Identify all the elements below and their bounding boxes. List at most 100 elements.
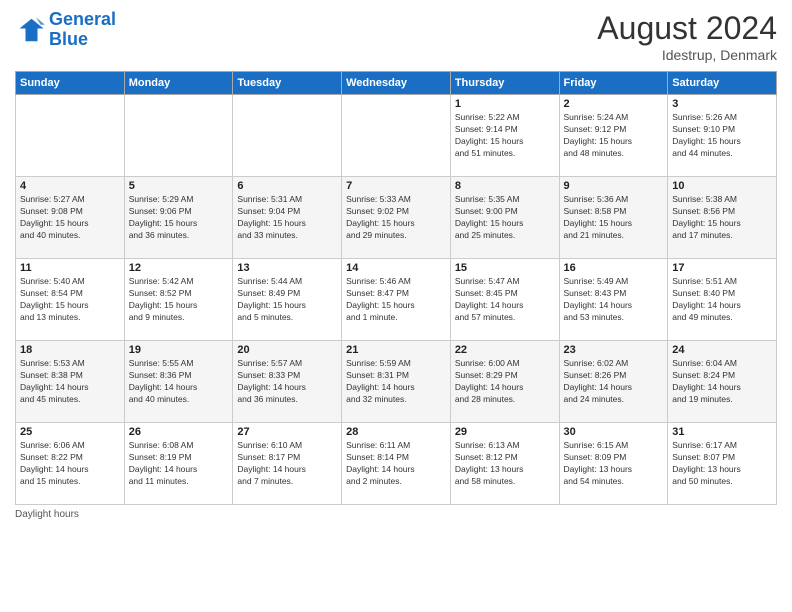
calendar-cell: 12 Sunrise: 5:42 AM Sunset: 8:52 PM Dayli… — [124, 259, 233, 341]
calendar-cell: 19 Sunrise: 5:55 AM Sunset: 8:36 PM Dayli… — [124, 341, 233, 423]
week-row-3: 18Sunrise: 5:53 AM Sunset: 8:38 PM Dayli… — [16, 341, 777, 423]
day-number: 11 — [20, 262, 120, 274]
calendar-cell: 31 Sunrise: 6:17 AM Sunset: 8:07 PM Dayli… — [668, 423, 777, 505]
calendar-cell — [16, 95, 125, 177]
day-info: Sunrise: 6:08 AM Sunset: 8:19 PM Dayligh… — [129, 440, 229, 488]
day-number: 17 — [672, 262, 772, 274]
weekday-header-thursday: Thursday — [450, 72, 559, 95]
calendar-cell: 28Sunrise: 6:11 AM Sunset: 8:14 PM Dayli… — [342, 423, 451, 505]
calendar-cell: 18Sunrise: 5:53 AM Sunset: 8:38 PM Dayli… — [16, 341, 125, 423]
logo-text: General Blue — [49, 10, 116, 50]
calendar-cell: 20 Sunrise: 5:57 AM Sunset: 8:33 PM Dayli… — [233, 341, 342, 423]
day-info: Sunrise: 5:44 AM Sunset: 8:49 PM Dayligh… — [237, 276, 337, 324]
day-number: 21 — [346, 344, 446, 356]
day-number: 3 — [672, 98, 772, 110]
day-number: 31 — [672, 426, 772, 438]
calendar-cell: 15Sunrise: 5:47 AM Sunset: 8:45 PM Dayli… — [450, 259, 559, 341]
day-info: Sunrise: 5:24 AM Sunset: 9:12 PM Dayligh… — [564, 112, 664, 160]
weekday-header-tuesday: Tuesday — [233, 72, 342, 95]
calendar-cell: 5Sunrise: 5:29 AM Sunset: 9:06 PM Daylig… — [124, 177, 233, 259]
calendar-cell: 11Sunrise: 5:40 AM Sunset: 8:54 PM Dayli… — [16, 259, 125, 341]
day-number: 13 — [237, 262, 337, 274]
calendar-cell: 4 Sunrise: 5:27 AM Sunset: 9:08 PM Daylig… — [16, 177, 125, 259]
day-info: Sunrise: 5:49 AM Sunset: 8:43 PM Dayligh… — [564, 276, 664, 324]
calendar-cell: 3 Sunrise: 5:26 AM Sunset: 9:10 PM Daylig… — [668, 95, 777, 177]
day-number: 14 — [346, 262, 446, 274]
day-number: 9 — [564, 180, 664, 192]
day-number: 26 — [129, 426, 229, 438]
day-info: Sunrise: 5:42 AM Sunset: 8:52 PM Dayligh… — [129, 276, 229, 324]
location: Idestrup, Denmark — [597, 47, 777, 63]
calendar-cell: 16Sunrise: 5:49 AM Sunset: 8:43 PM Dayli… — [559, 259, 668, 341]
page: General Blue August 2024 Idestrup, Denma… — [0, 0, 792, 612]
day-number: 22 — [455, 344, 555, 356]
day-info: Sunrise: 6:13 AM Sunset: 8:12 PM Dayligh… — [455, 440, 555, 488]
day-info: Sunrise: 5:47 AM Sunset: 8:45 PM Dayligh… — [455, 276, 555, 324]
day-info: Sunrise: 5:55 AM Sunset: 8:36 PM Dayligh… — [129, 358, 229, 406]
day-number: 20 — [237, 344, 337, 356]
day-number: 25 — [20, 426, 120, 438]
calendar-cell: 30 Sunrise: 6:15 AM Sunset: 8:09 PM Dayli… — [559, 423, 668, 505]
day-info: Sunrise: 5:26 AM Sunset: 9:10 PM Dayligh… — [672, 112, 772, 160]
day-number: 23 — [564, 344, 664, 356]
calendar-cell: 9 Sunrise: 5:36 AM Sunset: 8:58 PM Daylig… — [559, 177, 668, 259]
day-info: Sunrise: 5:27 AM Sunset: 9:08 PM Dayligh… — [20, 194, 120, 242]
weekday-header-row: SundayMondayTuesdayWednesdayThursdayFrid… — [16, 72, 777, 95]
calendar-cell: 25 Sunrise: 6:06 AM Sunset: 8:22 PM Dayli… — [16, 423, 125, 505]
logo-icon — [15, 15, 45, 45]
calendar-cell: 13 Sunrise: 5:44 AM Sunset: 8:49 PM Dayli… — [233, 259, 342, 341]
calendar-cell: 6Sunrise: 5:31 AM Sunset: 9:04 PM Daylig… — [233, 177, 342, 259]
day-number: 8 — [455, 180, 555, 192]
footer: Daylight hours — [15, 509, 777, 520]
day-info: Sunrise: 5:51 AM Sunset: 8:40 PM Dayligh… — [672, 276, 772, 324]
day-info: Sunrise: 6:17 AM Sunset: 8:07 PM Dayligh… — [672, 440, 772, 488]
weekday-header-friday: Friday — [559, 72, 668, 95]
calendar-cell: 2Sunrise: 5:24 AM Sunset: 9:12 PM Daylig… — [559, 95, 668, 177]
day-number: 27 — [237, 426, 337, 438]
day-number: 18 — [20, 344, 120, 356]
calendar-cell: 7 Sunrise: 5:33 AM Sunset: 9:02 PM Daylig… — [342, 177, 451, 259]
day-info: Sunrise: 5:36 AM Sunset: 8:58 PM Dayligh… — [564, 194, 664, 242]
week-row-0: 1 Sunrise: 5:22 AM Sunset: 9:14 PM Daylig… — [16, 95, 777, 177]
day-number: 7 — [346, 180, 446, 192]
day-info: Sunrise: 6:02 AM Sunset: 8:26 PM Dayligh… — [564, 358, 664, 406]
day-info: Sunrise: 6:15 AM Sunset: 8:09 PM Dayligh… — [564, 440, 664, 488]
weekday-header-sunday: Sunday — [16, 72, 125, 95]
weekday-header-wednesday: Wednesday — [342, 72, 451, 95]
calendar-cell: 14Sunrise: 5:46 AM Sunset: 8:47 PM Dayli… — [342, 259, 451, 341]
calendar-cell: 27Sunrise: 6:10 AM Sunset: 8:17 PM Dayli… — [233, 423, 342, 505]
calendar-cell: 21Sunrise: 5:59 AM Sunset: 8:31 PM Dayli… — [342, 341, 451, 423]
weekday-header-saturday: Saturday — [668, 72, 777, 95]
day-number: 12 — [129, 262, 229, 274]
calendar-cell — [342, 95, 451, 177]
calendar-cell — [124, 95, 233, 177]
day-info: Sunrise: 5:57 AM Sunset: 8:33 PM Dayligh… — [237, 358, 337, 406]
day-number: 6 — [237, 180, 337, 192]
week-row-1: 4 Sunrise: 5:27 AM Sunset: 9:08 PM Daylig… — [16, 177, 777, 259]
day-number: 30 — [564, 426, 664, 438]
day-info: Sunrise: 6:06 AM Sunset: 8:22 PM Dayligh… — [20, 440, 120, 488]
day-number: 4 — [20, 180, 120, 192]
calendar-table: SundayMondayTuesdayWednesdayThursdayFrid… — [15, 71, 777, 505]
week-row-2: 11Sunrise: 5:40 AM Sunset: 8:54 PM Dayli… — [16, 259, 777, 341]
calendar-cell: 8Sunrise: 5:35 AM Sunset: 9:00 PM Daylig… — [450, 177, 559, 259]
day-info: Sunrise: 6:04 AM Sunset: 8:24 PM Dayligh… — [672, 358, 772, 406]
title-block: August 2024 Idestrup, Denmark — [597, 10, 777, 63]
week-row-4: 25 Sunrise: 6:06 AM Sunset: 8:22 PM Dayli… — [16, 423, 777, 505]
day-info: Sunrise: 5:22 AM Sunset: 9:14 PM Dayligh… — [455, 112, 555, 160]
day-info: Sunrise: 5:38 AM Sunset: 8:56 PM Dayligh… — [672, 194, 772, 242]
day-number: 5 — [129, 180, 229, 192]
calendar-cell: 26 Sunrise: 6:08 AM Sunset: 8:19 PM Dayli… — [124, 423, 233, 505]
month-year: August 2024 — [597, 10, 777, 47]
day-number: 28 — [346, 426, 446, 438]
calendar-cell: 24 Sunrise: 6:04 AM Sunset: 8:24 PM Dayli… — [668, 341, 777, 423]
calendar-cell — [233, 95, 342, 177]
day-number: 1 — [455, 98, 555, 110]
logo: General Blue — [15, 10, 116, 50]
calendar-cell: 17 Sunrise: 5:51 AM Sunset: 8:40 PM Dayli… — [668, 259, 777, 341]
day-info: Sunrise: 6:00 AM Sunset: 8:29 PM Dayligh… — [455, 358, 555, 406]
day-number: 24 — [672, 344, 772, 356]
day-number: 19 — [129, 344, 229, 356]
calendar-cell: 10Sunrise: 5:38 AM Sunset: 8:56 PM Dayli… — [668, 177, 777, 259]
day-info: Sunrise: 5:33 AM Sunset: 9:02 PM Dayligh… — [346, 194, 446, 242]
